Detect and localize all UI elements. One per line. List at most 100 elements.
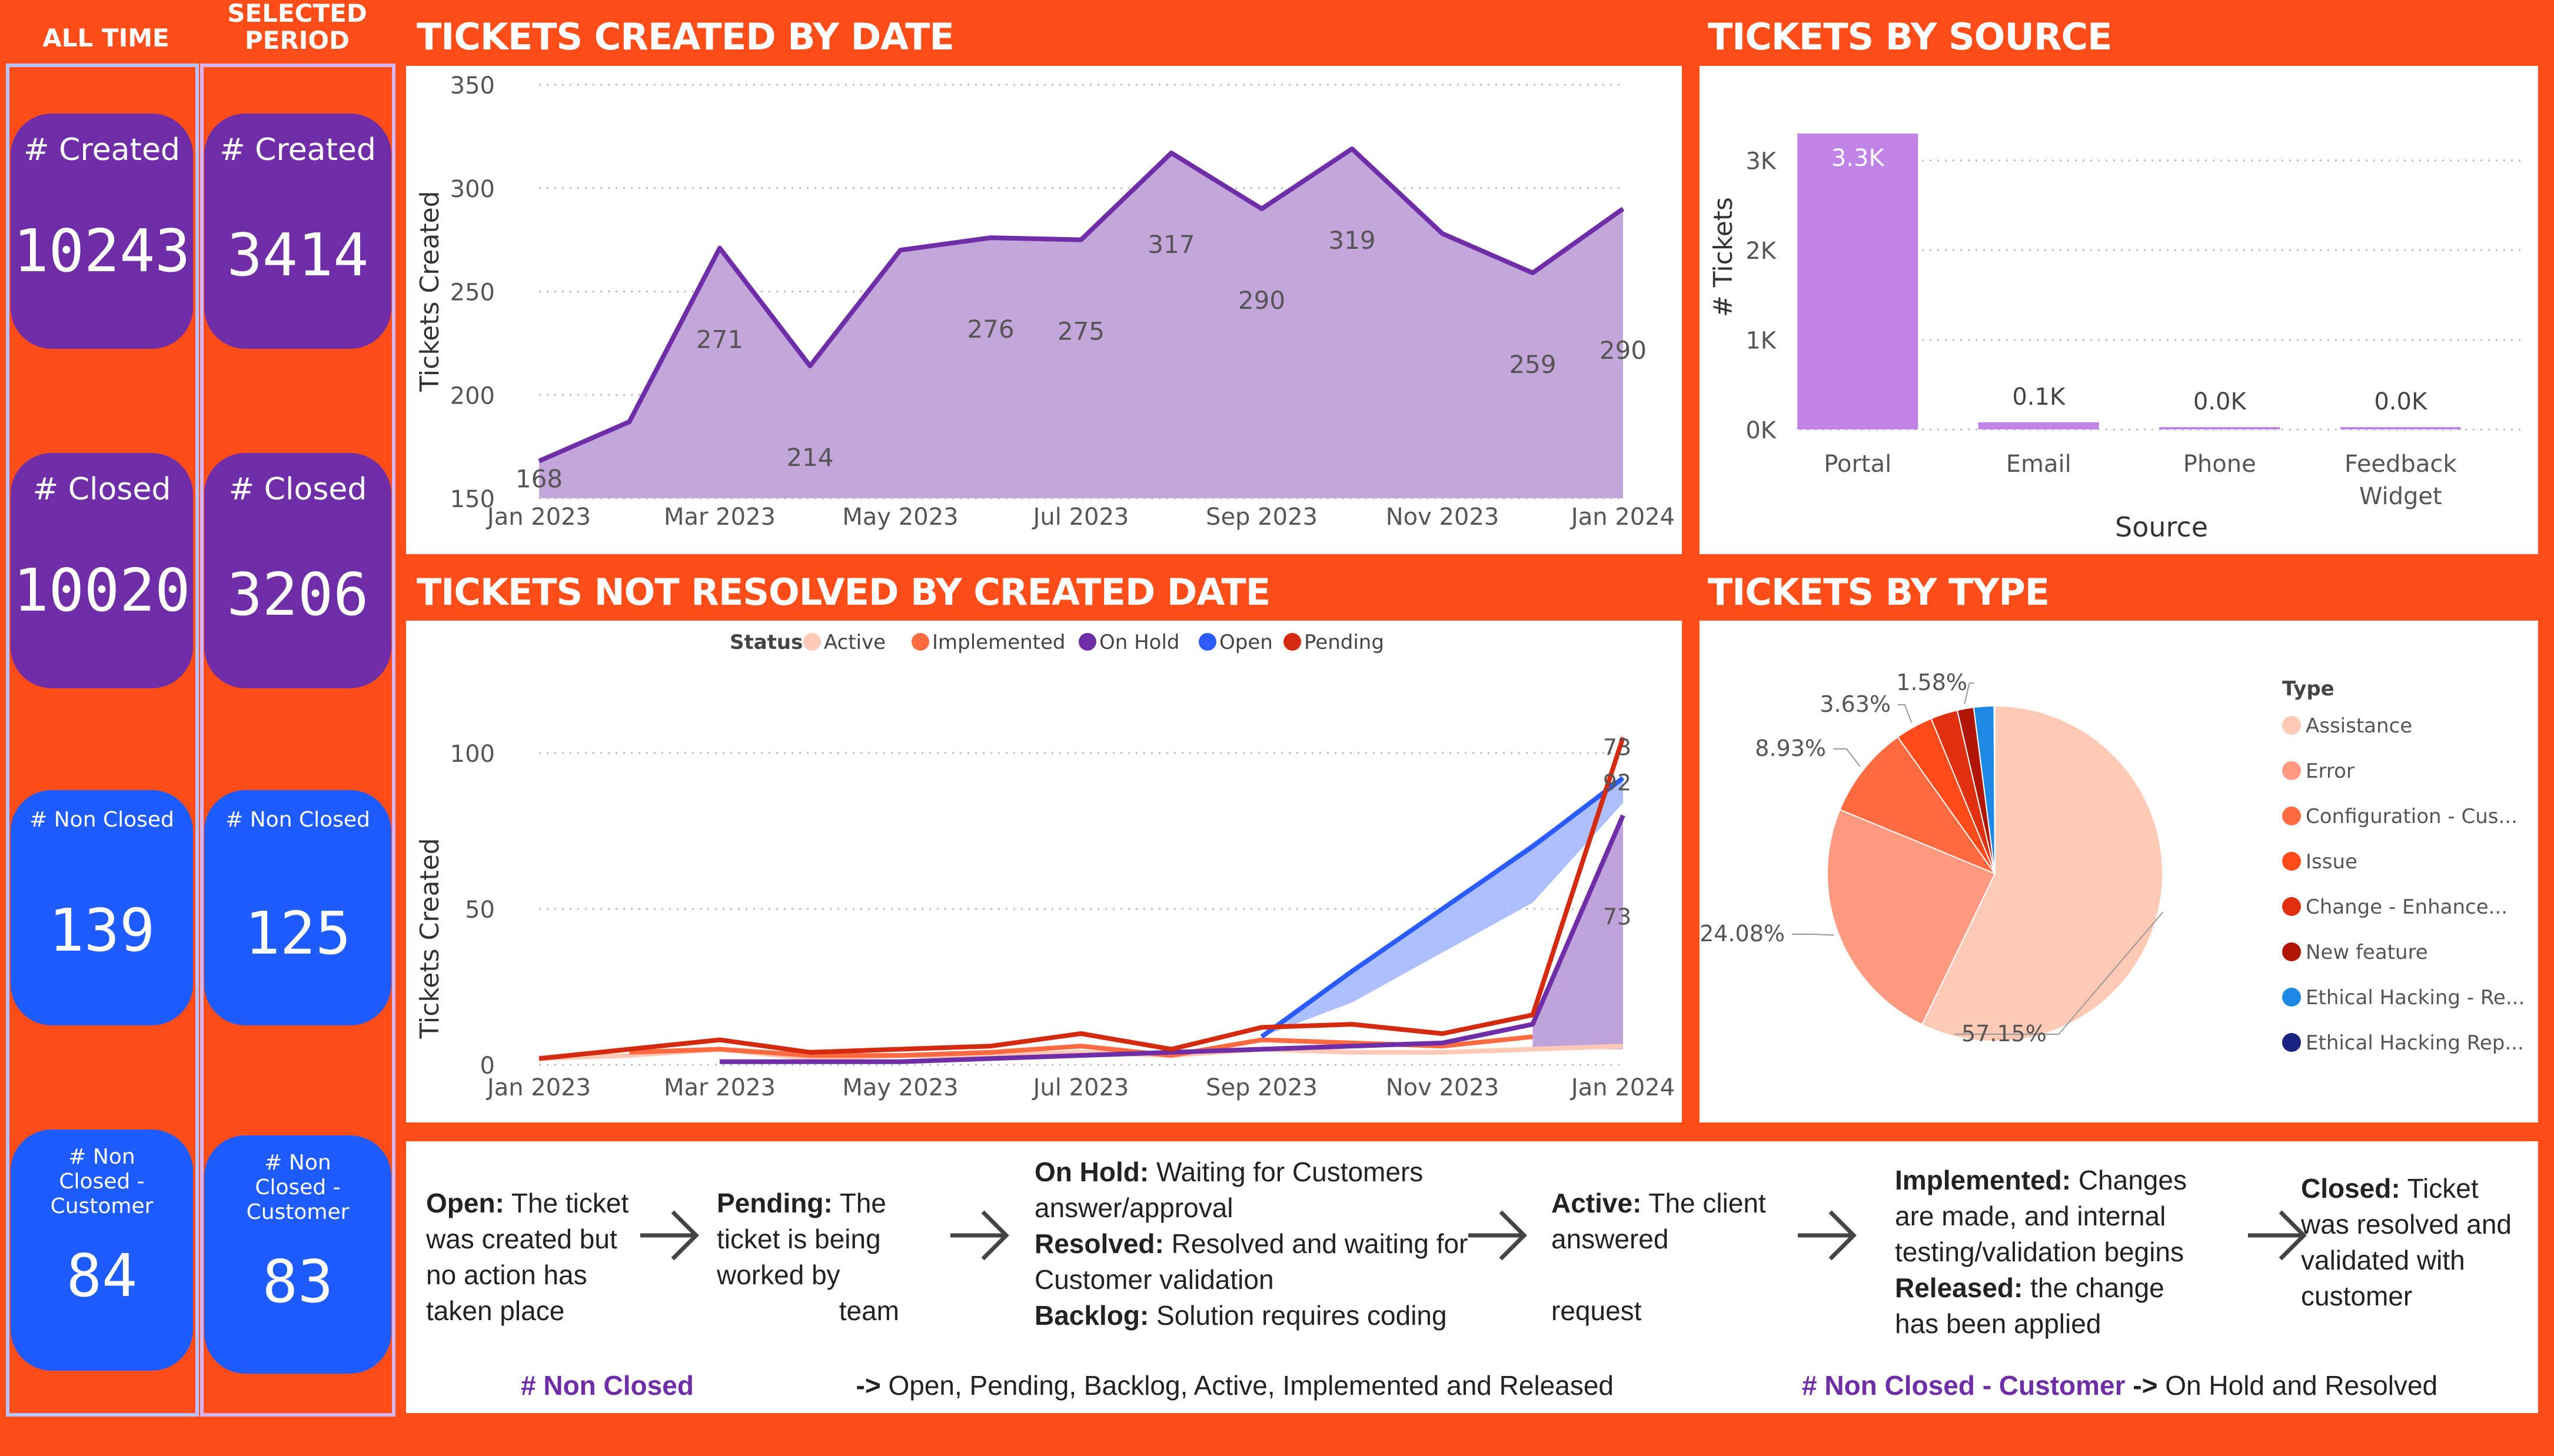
status-name: On Hold: (1035, 1157, 1149, 1187)
status-resolved: Resolved: Resolved and waiting for Custo… (1035, 1226, 1482, 1298)
kpi-value: 139 (48, 896, 155, 965)
x-tick-label: May 2023 (842, 504, 958, 531)
data-label: 271 (696, 325, 743, 354)
legend-marker (2282, 807, 2301, 825)
status-name: Implemented: (1895, 1165, 2071, 1195)
status-name: Open: (426, 1188, 504, 1218)
status-onhold-resolved-backlog: On Hold: Waiting for Customers answer/ap… (1035, 1154, 1482, 1334)
legend-label: Open (1219, 631, 1273, 654)
kpi-value: 3414 (227, 221, 369, 289)
title-by-type: TICKETS BY TYPE (1708, 571, 2050, 614)
x-tick-label: Jan 2023 (485, 504, 591, 531)
kpi-period-non-closed-customer: # Non Closed - Customer 83 (204, 1135, 391, 1374)
legend-label: Error (2306, 759, 2355, 783)
panel-created-by-date: 150 200 250 300 350 168 271 214 276 275 317 290 319 2… (406, 66, 1682, 554)
kpi-label: # Created (220, 132, 376, 168)
kpi-period-created: # Created 3414 (204, 114, 391, 349)
footer-arrow: -> (856, 1370, 881, 1401)
data-label: 319 (1328, 226, 1375, 255)
kpi-label: # Non Closed - Customer (50, 1145, 154, 1218)
legend-marker (1079, 633, 1096, 651)
x-tick-label: Jul 2023 (1032, 1074, 1129, 1101)
x-tick-label: Jul 2023 (1032, 504, 1129, 531)
panel-status-descriptions: Open: The ticket was created but no acti… (406, 1141, 2538, 1413)
arrow-right-icon (640, 1210, 699, 1261)
x-tick-label: Nov 2023 (1386, 1074, 1499, 1101)
all-time-header: ALL TIME (42, 24, 169, 52)
kpi-label: # Closed (32, 472, 171, 507)
data-label: 24.08% (1700, 921, 1785, 947)
legend-label: Ethical Hacking - Re... (2306, 986, 2525, 1009)
title-created-by-date: TICKETS CREATED BY DATE (417, 15, 955, 58)
legend-label: Configuration - Cus... (2306, 805, 2518, 828)
bar (2340, 427, 2461, 429)
data-label: 0.1K (2012, 384, 2066, 411)
arrow-right-icon (1798, 1210, 1857, 1261)
kpi-label: # Non Closed - Customer (246, 1151, 350, 1224)
kpi-alltime-created: # Created 10243 (11, 114, 193, 349)
data-label: 275 (1057, 317, 1105, 346)
legend-marker (2282, 716, 2301, 735)
x-tick-label: Feedback (2345, 451, 2457, 478)
kpi-period-non-closed: # Non Closed 125 (204, 790, 391, 1025)
status-released: Released: the change has been applied (1895, 1270, 2213, 1342)
status-text-extra: request (1551, 1295, 1642, 1326)
kpi-period-closed: # Closed 3206 (204, 453, 391, 688)
y-tick-label: 1K (1745, 328, 1777, 355)
chart-not-resolved: 050100Status Active Implemented On Hold Open… (415, 631, 1675, 1101)
x-tick-label: Sep 2023 (1206, 504, 1318, 531)
x-tick-label: Mar 2023 (664, 504, 776, 531)
kpi-label: # Non Closed (225, 808, 370, 832)
leader-line (1898, 704, 1913, 723)
title-by-source: TICKETS BY SOURCE (1708, 15, 2112, 58)
data-label: 1.58% (1896, 669, 1967, 695)
panel-not-resolved: 0 50 100 Status Active Implemented On Hold Open… (406, 621, 1682, 1122)
leader-line (1792, 934, 1834, 936)
status-implemented: Implemented: Changes are made, and inter… (1895, 1162, 2213, 1270)
bar (1978, 422, 2099, 429)
x-tick-label: Nov 2023 (1386, 504, 1499, 531)
kpi-value: 3206 (227, 560, 369, 629)
kpi-alltime-closed: # Closed 10020 (11, 453, 193, 688)
y-axis-label: Tickets Created (415, 191, 445, 392)
chart-by-source: 0K 1K 2K 3K 3.3K Portal 0.1K Email 0.0K Phone 0.0K… (1708, 134, 2523, 543)
data-label: 3.63% (1820, 691, 1891, 717)
status-text-extra: team (839, 1295, 899, 1326)
bar (2159, 427, 2280, 429)
data-label: 8.93% (1755, 735, 1826, 761)
kpi-label: # Non Closed (29, 808, 174, 832)
footer-label: # Non Closed - Customer (1802, 1370, 2126, 1401)
legend-marker (1283, 633, 1301, 651)
x-tick-label: May 2023 (842, 1074, 958, 1101)
x-axis-label: Source (2115, 511, 2208, 543)
data-label: 317 (1148, 230, 1195, 259)
y-tick-label: 250 (450, 279, 495, 306)
y-tick-label: 300 (450, 176, 495, 203)
footer-non-closed: # Non Closed -> Open, Pending, Backlog, … (521, 1368, 1698, 1404)
status-implemented-released: Implemented: Changes are made, and inter… (1895, 1162, 2213, 1342)
data-label: 73 (1603, 735, 1631, 761)
x-tick-label: Jan 2024 (1569, 504, 1675, 531)
legend-label: Pending (1304, 631, 1384, 654)
data-label: 0.0K (2193, 388, 2247, 415)
status-onhold: On Hold: Waiting for Customers answer/ap… (1035, 1154, 1482, 1226)
status-pending: Pending: The ticket is being worked by t… (717, 1185, 899, 1329)
x-tick-label: Portal (1824, 451, 1891, 478)
y-tick-label: 3K (1745, 148, 1777, 175)
data-label: 92 (1603, 770, 1631, 796)
kpi-alltime-non-closed-customer: # Non Closed - Customer 84 (11, 1130, 193, 1371)
footer-text: Open, Pending, Backlog, Active, Implemen… (888, 1370, 1614, 1401)
status-name: Backlog: (1035, 1300, 1149, 1331)
status-name: Pending: (717, 1188, 833, 1218)
legend-marker (1199, 633, 1216, 651)
legend-marker (2282, 942, 2301, 961)
y-axis-label: Tickets Created (415, 838, 445, 1039)
selected-period-header: SELECTED PERIOD (227, 0, 367, 55)
status-active: Active: The client answered request (1551, 1185, 1787, 1329)
x-tick-label: Widget (2359, 483, 2442, 510)
y-tick-label: 0K (1745, 417, 1777, 444)
kpi-value: 83 (262, 1247, 334, 1316)
y-tick-label: 200 (450, 382, 495, 409)
chart-created-by-date: 150200250300350168271214276 2753172903192… (415, 72, 1675, 531)
x-tick-label: Mar 2023 (664, 1074, 776, 1101)
